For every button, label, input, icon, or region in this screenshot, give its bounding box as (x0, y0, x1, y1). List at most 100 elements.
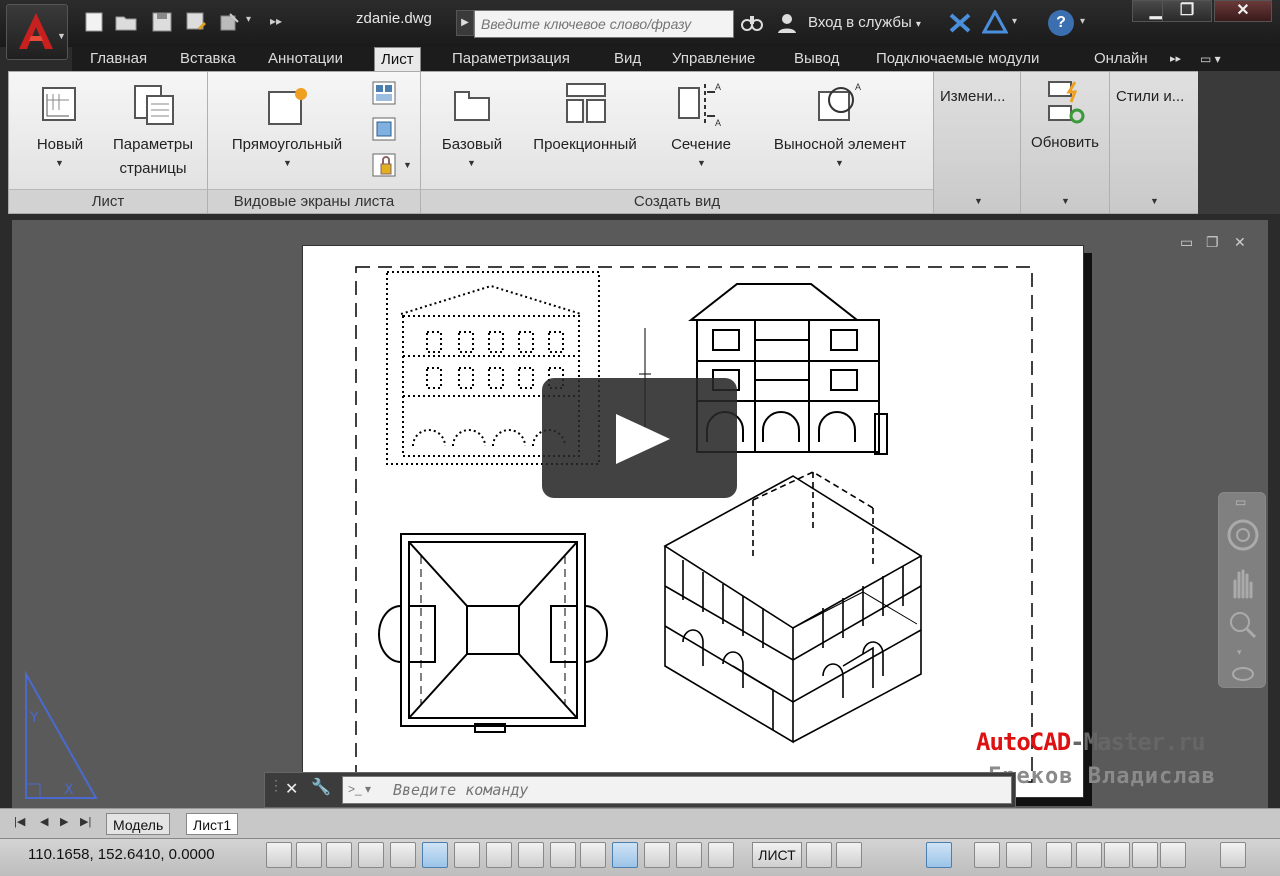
paper-model-toggle[interactable]: ЛИСТ (752, 842, 802, 868)
steering-wheel-icon[interactable] (1225, 517, 1261, 553)
help-dropdown-icon[interactable]: ▾ (1080, 16, 1085, 27)
detail-dropdown-icon[interactable]: ▼ (835, 158, 844, 168)
base-view-label[interactable]: Базовый (429, 134, 515, 156)
hardware-acceleration-icon[interactable] (1104, 842, 1130, 868)
search-input[interactable] (474, 10, 734, 38)
rectangular-viewport-icon[interactable] (265, 86, 311, 128)
update-dropdown-icon[interactable]: ▼ (1061, 196, 1070, 206)
vp-minimize-icon[interactable]: ▭ (1180, 234, 1193, 251)
quick-properties-icon[interactable] (644, 842, 670, 868)
tab-parametric[interactable]: Параметризация (452, 47, 570, 71)
next-tab-icon[interactable]: ▶ (60, 815, 68, 828)
cmd-close-icon[interactable]: ✕ (285, 779, 298, 799)
tab-manage[interactable]: Управление (672, 47, 755, 71)
object-snap-icon[interactable] (422, 842, 448, 868)
snap-mode-icon[interactable] (296, 842, 322, 868)
command-input[interactable] (342, 776, 1012, 804)
styles-dropdown-icon[interactable]: ▼ (1150, 196, 1159, 206)
new-file-icon[interactable] (82, 10, 106, 34)
save-icon[interactable] (150, 10, 174, 34)
named-viewports-icon[interactable] (371, 80, 397, 106)
tab-output[interactable]: Вывод (794, 47, 839, 71)
clip-viewport-icon[interactable] (371, 116, 397, 142)
video-play-button[interactable] (542, 378, 737, 498)
detail-view-label[interactable]: Выносной элемент (757, 134, 923, 156)
otrack-icon[interactable] (486, 842, 512, 868)
help-icon[interactable]: ? (1048, 10, 1074, 36)
rectangular-dropdown-icon[interactable]: ▼ (283, 158, 292, 168)
first-tab-icon[interactable]: |◀ (14, 815, 25, 828)
close-button[interactable]: ✕ (1214, 0, 1272, 22)
tab-plugins[interactable]: Подключаемые модули (876, 47, 1039, 71)
vp-close-icon[interactable]: ✕ (1234, 234, 1246, 251)
styles-label[interactable]: Стили и... (1110, 86, 1198, 108)
ribbon-minimize-icon[interactable]: ▭ ▾ (1200, 47, 1221, 71)
lock-ui-icon[interactable] (1076, 842, 1102, 868)
rectangular-viewport-label[interactable]: Прямоугольный (217, 134, 357, 156)
paper-sheet[interactable] (302, 245, 1084, 798)
autodesk-app-icon[interactable] (982, 10, 1008, 34)
quick-view-layouts-icon[interactable] (806, 842, 832, 868)
annotation-monitor-icon[interactable] (708, 842, 734, 868)
annotation-scale-icon[interactable] (974, 842, 1000, 868)
grid-display-icon[interactable] (326, 842, 352, 868)
vp-restore-icon[interactable]: ❐ (1206, 234, 1219, 251)
cmd-customize-icon[interactable]: 🔧 (311, 777, 331, 797)
tabs-more-icon[interactable]: ▸▸ (1170, 47, 1181, 71)
tab-layout[interactable]: Лист (374, 47, 421, 71)
workspace-switch-icon[interactable] (1046, 842, 1072, 868)
tab-model[interactable]: Модель (106, 813, 171, 835)
restore-button[interactable]: ❐ (1162, 0, 1212, 22)
annotation-visibility-icon[interactable] (1006, 842, 1032, 868)
cmd-prompt-icon[interactable]: >_ ▾ (348, 782, 371, 796)
dynamic-input-icon[interactable] (550, 842, 576, 868)
pan-hand-icon[interactable] (1227, 567, 1259, 601)
navbar-close-icon[interactable]: ▭ (1235, 495, 1246, 509)
section-view-icon[interactable]: AA (673, 80, 723, 130)
new-layout-label[interactable]: Новый (23, 134, 97, 156)
modify-dropdown-icon[interactable]: ▼ (974, 196, 983, 206)
orbit-icon[interactable] (1231, 665, 1255, 683)
status-menu-icon[interactable] (1160, 842, 1186, 868)
panel-modify[interactable]: Измени... ▼ (934, 72, 1020, 213)
selection-cycling-icon[interactable] (676, 842, 702, 868)
exchange-icon[interactable] (948, 12, 972, 34)
maximize-viewport-icon[interactable] (926, 842, 952, 868)
polar-tracking-icon[interactable] (390, 842, 416, 868)
section-dropdown-icon[interactable]: ▼ (697, 158, 706, 168)
cmd-grip-icon[interactable]: ⋮ (269, 777, 283, 794)
section-view-label[interactable]: Сечение (653, 134, 749, 156)
dynamic-ucs-icon[interactable] (518, 842, 544, 868)
isolate-objects-icon[interactable] (1132, 842, 1158, 868)
update-label[interactable]: Обновить (1021, 132, 1109, 154)
open-file-icon[interactable] (114, 10, 138, 34)
tab-online[interactable]: Онлайн (1094, 47, 1148, 71)
search-expand-button[interactable]: ▶ (456, 10, 474, 36)
lineweight-icon[interactable] (580, 842, 606, 868)
page-setup-icon[interactable] (131, 82, 177, 128)
new-layout-icon[interactable] (39, 84, 81, 126)
3d-osnap-icon[interactable] (454, 842, 480, 868)
tab-view[interactable]: Вид (614, 47, 641, 71)
panel-styles[interactable]: Стили и... ▼ (1110, 72, 1198, 213)
signin-button[interactable]: Вход в службы ▾ (780, 10, 940, 36)
prev-tab-icon[interactable]: ◀ (40, 815, 48, 828)
tab-home[interactable]: Главная (90, 47, 147, 71)
quick-view-drawings-icon[interactable] (836, 842, 862, 868)
base-view-icon[interactable] (451, 86, 493, 124)
plot-icon[interactable] (218, 10, 242, 34)
zoom-extents-icon[interactable] (1227, 609, 1259, 641)
ortho-mode-icon[interactable] (358, 842, 384, 868)
transparency-icon[interactable] (612, 842, 638, 868)
lock-viewport-icon[interactable] (371, 152, 397, 178)
tab-annotate[interactable]: Аннотации (268, 47, 343, 71)
new-layout-dropdown-icon[interactable]: ▼ (55, 158, 64, 168)
base-view-dropdown-icon[interactable]: ▼ (467, 158, 476, 168)
tab-sheet1[interactable]: Лист1 (186, 813, 239, 835)
last-tab-icon[interactable]: ▶| (80, 815, 91, 828)
qa-dropdown-icon[interactable]: ▾ (246, 14, 251, 25)
projected-view-label[interactable]: Проекционный (517, 134, 653, 156)
qa-expand-icon[interactable]: ▸▸ (270, 14, 282, 28)
update-view-icon[interactable] (1045, 78, 1085, 126)
page-setup-label-2[interactable]: страницы (105, 158, 201, 180)
